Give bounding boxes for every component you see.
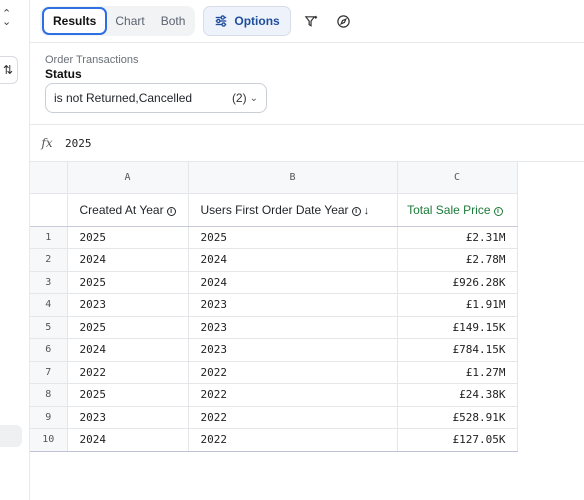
cell-total-sale-price[interactable]: £127.05K xyxy=(397,428,518,452)
column-letter-c[interactable]: C xyxy=(397,162,518,194)
cell-first-order-year[interactable]: 2023 xyxy=(188,293,398,317)
tab-both[interactable]: Both xyxy=(153,8,194,34)
table-row[interactable]: 4 2023 2023 £1.91M xyxy=(30,293,518,317)
tab-chart[interactable]: Chart xyxy=(107,8,152,34)
cell-created-at-year[interactable]: 2025 xyxy=(67,383,189,407)
compass-icon xyxy=(337,14,350,28)
column-letter-a[interactable]: A xyxy=(67,162,189,194)
tab-results[interactable]: Results xyxy=(42,7,108,35)
column-letter-b[interactable]: B xyxy=(188,162,398,194)
formula-value[interactable]: 2025 xyxy=(65,137,92,150)
cell-created-at-year[interactable]: 2025 xyxy=(67,271,189,294)
function-icon: fx xyxy=(41,136,53,150)
row-number[interactable]: 1 xyxy=(30,226,68,249)
status-filter-dropdown[interactable]: is not Returned,Cancelled (2) ⌄ xyxy=(45,83,267,113)
cell-created-at-year[interactable]: 2022 xyxy=(67,361,189,384)
row-number[interactable]: 3 xyxy=(30,271,68,294)
column-header-total-sale-price[interactable]: Total Sale Price i xyxy=(397,193,518,227)
row-number[interactable]: 6 xyxy=(30,338,68,362)
cell-total-sale-price[interactable]: £1.91M xyxy=(397,293,518,317)
cell-first-order-year[interactable]: 2025 xyxy=(188,226,398,249)
cell-total-sale-price[interactable]: £926.28K xyxy=(397,271,518,294)
column-header-created-at-year[interactable]: Created At Year i xyxy=(67,193,189,227)
table-row[interactable]: 2 2024 2024 £2.78M xyxy=(30,248,518,272)
header-corner xyxy=(30,193,68,227)
cell-created-at-year[interactable]: 2025 xyxy=(67,226,189,249)
info-icon[interactable]: i xyxy=(166,206,176,216)
table-row[interactable]: 7 2022 2022 £1.27M xyxy=(30,361,518,384)
sort-descending-icon[interactable]: ↓ xyxy=(364,205,370,217)
cell-first-order-year[interactable]: 2022 xyxy=(188,383,398,407)
column-header-users-first-order-date-year[interactable]: Users First Order Date Year i ↓ xyxy=(188,193,398,227)
smart-filter-button[interactable] xyxy=(301,10,323,32)
column-header-label: Total Sale Price xyxy=(407,202,491,217)
results-grid: A B C Created At Year i Users First Order… xyxy=(30,162,518,452)
cell-created-at-year[interactable]: 2023 xyxy=(67,406,189,429)
results-toolbar: Results Chart Both Options xyxy=(30,0,584,43)
explore-button[interactable] xyxy=(333,10,355,32)
cell-created-at-year[interactable]: 2024 xyxy=(67,248,189,272)
cell-total-sale-price[interactable]: £149.15K xyxy=(397,316,518,339)
cell-first-order-year[interactable]: 2024 xyxy=(188,248,398,272)
cell-total-sale-price[interactable]: £24.38K xyxy=(397,383,518,407)
cell-created-at-year[interactable]: 2024 xyxy=(67,428,189,452)
options-button[interactable]: Options xyxy=(203,6,291,36)
cell-first-order-year[interactable]: 2022 xyxy=(188,428,398,452)
cell-total-sale-price[interactable]: £2.31M xyxy=(397,226,518,249)
cell-created-at-year[interactable]: 2023 xyxy=(67,293,189,317)
cell-first-order-year[interactable]: 2023 xyxy=(188,316,398,339)
cell-created-at-year[interactable]: 2025 xyxy=(67,316,189,339)
cell-first-order-year[interactable]: 2023 xyxy=(188,338,398,362)
row-number[interactable]: 9 xyxy=(30,406,68,429)
row-number[interactable]: 10 xyxy=(30,428,68,452)
filter-field: Status xyxy=(45,67,82,81)
row-number[interactable]: 5 xyxy=(30,316,68,339)
cell-total-sale-price[interactable]: £784.15K xyxy=(397,338,518,362)
rail-selected-item[interactable] xyxy=(0,425,22,447)
table-row[interactable]: 9 2023 2022 £528.91K xyxy=(30,406,518,429)
info-icon[interactable]: i xyxy=(351,206,361,216)
filter-count: (2) xyxy=(231,91,247,105)
table-row[interactable]: 1 2025 2025 £2.31M xyxy=(30,226,518,249)
info-icon[interactable]: i xyxy=(493,206,503,216)
row-number[interactable]: 8 xyxy=(30,383,68,407)
sliders-icon xyxy=(216,15,227,27)
formula-bar: fx 2025 xyxy=(30,125,584,162)
column-header-label: Users First Order Date Year xyxy=(200,202,349,217)
table-row[interactable]: 8 2025 2022 £24.38K xyxy=(30,383,518,407)
cell-total-sale-price[interactable]: £2.78M xyxy=(397,248,518,272)
view-mode-switch: Results Chart Both xyxy=(40,6,196,36)
left-rail: ⌃ ⌄ ⇅ xyxy=(0,0,30,500)
sliders-vertical-icon: ⇅ xyxy=(2,63,13,77)
filter-sparkle-icon xyxy=(304,15,318,27)
filter-panel: Order Transactions Status is not Returne… xyxy=(30,43,584,125)
table-row[interactable]: 5 2025 2023 £149.15K xyxy=(30,316,518,339)
expand-collapse-icon[interactable]: ⌃ ⌄ xyxy=(2,9,11,28)
filter-toggle-button[interactable]: ⇅ xyxy=(0,56,18,84)
cell-first-order-year[interactable]: 2022 xyxy=(188,406,398,429)
row-number[interactable]: 4 xyxy=(30,293,68,317)
filter-source: Order Transactions xyxy=(45,54,139,66)
grid-corner xyxy=(30,162,68,194)
cell-total-sale-price[interactable]: £528.91K xyxy=(397,406,518,429)
row-number[interactable]: 2 xyxy=(30,248,68,272)
cell-first-order-year[interactable]: 2024 xyxy=(188,271,398,294)
cell-created-at-year[interactable]: 2024 xyxy=(67,338,189,362)
table-row[interactable]: 10 2024 2022 £127.05K xyxy=(30,428,518,452)
row-number[interactable]: 7 xyxy=(30,361,68,384)
chevron-down-icon: ⌄ xyxy=(249,92,258,104)
cell-first-order-year[interactable]: 2022 xyxy=(188,361,398,384)
table-row[interactable]: 6 2024 2023 £784.15K xyxy=(30,338,518,362)
filter-value: is not Returned,Cancelled xyxy=(54,91,193,105)
table-row[interactable]: 3 2025 2024 £926.28K xyxy=(30,271,518,294)
options-label: Options xyxy=(234,14,280,28)
column-header-label: Created At Year xyxy=(79,202,164,217)
cell-total-sale-price[interactable]: £1.27M xyxy=(397,361,518,384)
